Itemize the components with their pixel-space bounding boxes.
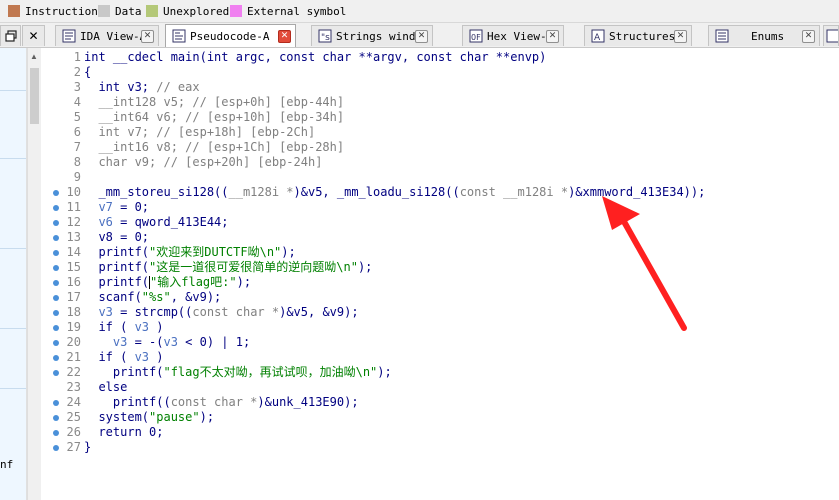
red-annotation-arrow-icon (602, 196, 687, 331)
